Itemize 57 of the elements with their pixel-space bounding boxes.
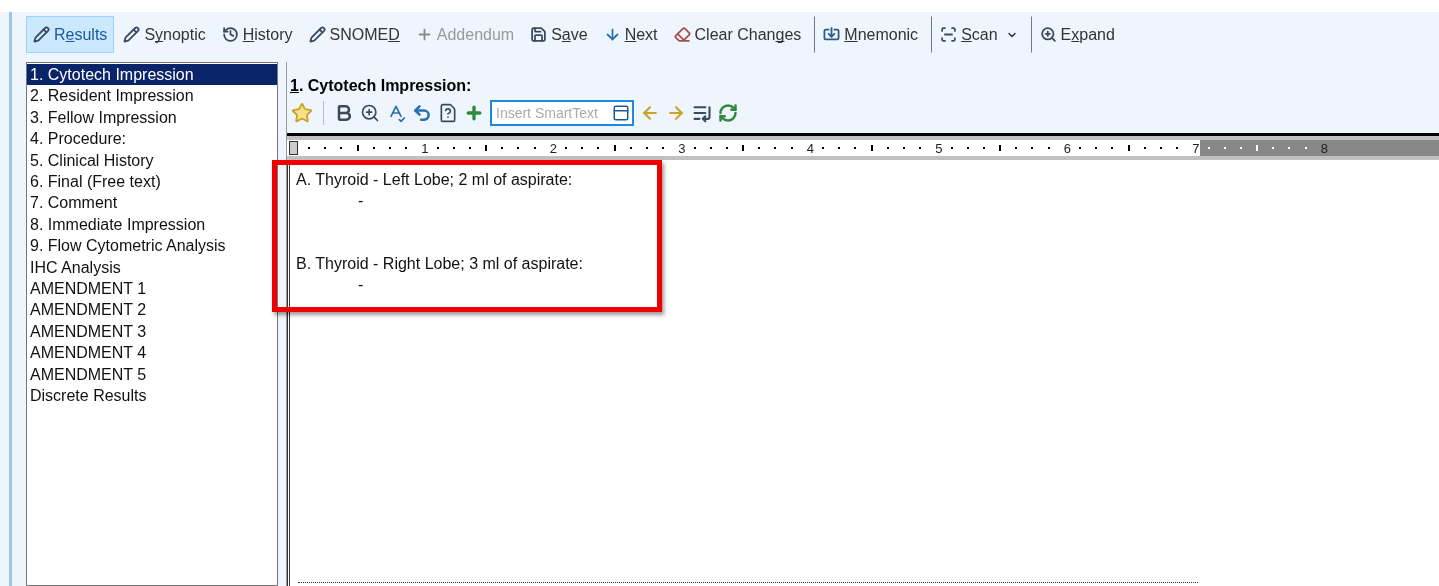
undo-icon[interactable] — [412, 103, 432, 123]
editor-heading: 1. Cytotech Impression: — [289, 76, 473, 96]
history-icon — [221, 26, 239, 43]
paragraph-heading: A. Thyroid - Left Lobe; 2 ml of aspirate: — [296, 170, 573, 190]
section-item[interactable]: Discrete Results — [27, 385, 277, 407]
paragraph-heading: B. Thyroid - Right Lobe; 3 ml of aspirate: — [296, 254, 583, 274]
paragraph-value: - — [357, 275, 364, 295]
section-item[interactable]: AMENDMENT 4 — [27, 342, 277, 364]
section-item[interactable]: 3. Fellow Impression — [27, 106, 277, 129]
ruler-number: 5 — [935, 141, 943, 155]
ruler-number: 2 — [549, 141, 557, 155]
plus-icon[interactable] — [464, 103, 484, 123]
section-item[interactable]: 2. Resident Impression — [27, 85, 277, 107]
toolbar-button[interactable]: Mnemonic — [814, 16, 926, 53]
scan-icon — [940, 26, 958, 43]
section-item[interactable]: 4. Procedure: — [27, 128, 277, 150]
eraser-icon — [673, 26, 691, 43]
zoom-in-icon — [1039, 26, 1057, 43]
section-item[interactable]: 9. Flow Cytometric Analysis — [27, 235, 277, 257]
window-icon — [612, 104, 630, 122]
section-item[interactable]: 8. Immediate Impression — [27, 213, 277, 236]
toolbar-button[interactable]: Scan — [931, 16, 1025, 53]
toolbar-button[interactable]: Save — [523, 16, 595, 53]
section-item[interactable]: 5. Clinical History — [27, 149, 277, 172]
ruler-number: 6 — [1063, 141, 1071, 155]
toolbar-button[interactable]: Results — [26, 16, 115, 53]
ruler-number: 1 — [421, 141, 429, 155]
toolbar-button[interactable]: History — [214, 16, 300, 53]
ruler-number: 8 — [1320, 141, 1328, 155]
pencil-icon — [33, 26, 50, 43]
section-item[interactable]: 7. Comment — [27, 192, 277, 214]
toolbar-button[interactable]: Clear Changes — [666, 16, 809, 53]
section-item[interactable]: AMENDMENT 1 — [27, 278, 277, 300]
star-icon[interactable] — [291, 102, 313, 124]
ruler-number: 7 — [1192, 141, 1200, 155]
paragraph-value: - — [357, 191, 364, 211]
section-item[interactable]: AMENDMENT 5 — [27, 363, 277, 386]
section-item[interactable]: 1. Cytotech Impression — [27, 64, 277, 86]
toolbar-button[interactable]: SNOMED — [301, 16, 407, 53]
refresh-icon[interactable] — [718, 103, 738, 123]
list-icon[interactable] — [692, 103, 712, 123]
toolbar-button[interactable]: Next — [596, 16, 665, 53]
import-icon — [823, 26, 841, 43]
pencil-icon — [123, 26, 141, 43]
zoom-in-icon[interactable] — [360, 103, 380, 123]
ruler-number: 4 — [806, 141, 814, 155]
help-document-icon[interactable] — [438, 103, 458, 123]
save-icon — [530, 26, 548, 43]
section-item[interactable]: AMENDMENT 3 — [27, 320, 277, 343]
toolbar-button[interactable]: Synoptic — [116, 16, 213, 53]
pencil-icon — [308, 26, 326, 43]
smarttext-field[interactable]: Insert SmartText — [490, 100, 634, 126]
section-item[interactable]: IHC Analysis — [27, 256, 277, 279]
section-item[interactable]: 6. Final (Free text) — [27, 171, 277, 193]
toolbar-button[interactable]: Expand — [1030, 16, 1122, 53]
ruler-number: 3 — [678, 141, 686, 155]
section-item[interactable]: AMENDMENT 2 — [27, 299, 277, 321]
